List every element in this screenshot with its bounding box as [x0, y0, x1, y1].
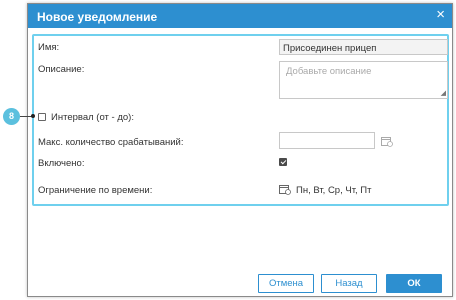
callout-badge: 8 [3, 108, 20, 125]
enabled-checkbox[interactable] [279, 158, 287, 166]
max-triggers-label: Макс. количество срабатываний: [38, 137, 184, 148]
name-input[interactable]: Присоединен прицеп [279, 39, 448, 55]
calendar-icon[interactable] [381, 136, 393, 147]
form-panel: Имя: Присоединен прицеп Описание: Добавь… [32, 34, 449, 206]
dialog-titlebar: Новое уведомление × [28, 4, 452, 28]
back-button[interactable]: Назад [321, 274, 377, 293]
interval-label: Интервал (от - до): [51, 112, 134, 123]
resize-handle-icon[interactable]: ◢ [441, 90, 446, 97]
max-triggers-input[interactable] [279, 132, 375, 149]
description-textarea[interactable]: Добавьте описание ◢ [279, 61, 448, 99]
time-limit-value[interactable]: Пн, Вт, Ср, Чт, Пт [296, 185, 371, 196]
ok-button[interactable]: ОК [386, 274, 442, 293]
callout-leader-dot [31, 114, 35, 118]
interval-checkbox[interactable] [38, 113, 46, 121]
dialog-title: Новое уведомление [37, 10, 158, 24]
close-icon[interactable]: × [436, 7, 445, 23]
notification-dialog: Новое уведомление × Имя: Присоединен при… [27, 3, 453, 297]
enabled-label: Включено: [38, 158, 85, 169]
description-placeholder: Добавьте описание [286, 66, 372, 77]
description-label: Описание: [38, 64, 85, 75]
cancel-button[interactable]: Отмена [258, 274, 314, 293]
time-limit-label: Ограничение по времени: [38, 185, 153, 196]
calendar-icon[interactable] [279, 184, 291, 195]
name-label: Имя: [38, 42, 60, 53]
